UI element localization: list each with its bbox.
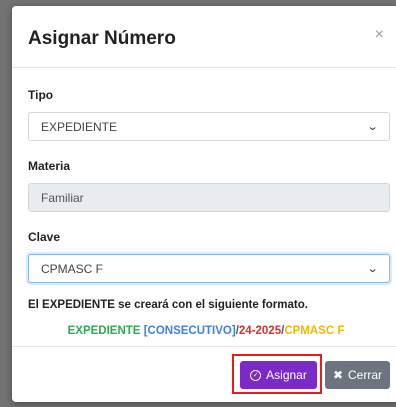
format-part-year: 24-2025 (238, 325, 282, 337)
asignar-button-label: Asignar (266, 368, 307, 382)
format-part-consecutivo: [CONSECUTIVO] (143, 325, 236, 337)
asignar-button[interactable]: ✓ Asignar (240, 361, 317, 389)
clave-label: Clave (28, 230, 61, 244)
chevron-down-icon: ⌄ (366, 121, 379, 133)
materia-field-value: Familiar (41, 190, 84, 205)
modal-body: Tipo EXPEDIENTE ⌄ Materia Familiar Clave… (12, 68, 396, 337)
close-icon: ✖ (332, 368, 344, 382)
cerrar-button-label: Cerrar (348, 368, 383, 382)
materia-label: Materia (28, 159, 71, 173)
modal-footer: ✓ Asignar ✖ Cerrar (12, 346, 396, 402)
modal-title: Asignar Número (28, 28, 176, 49)
format-preview: EXPEDIENTE [CONSECUTIVO]/24-2025/CPMASC … (28, 325, 384, 337)
modal-header: Asignar Número × (12, 6, 396, 68)
chevron-down-icon: ⌄ (366, 263, 379, 275)
tipo-select-value: EXPEDIENTE (41, 119, 118, 134)
close-icon[interactable]: × (375, 26, 384, 44)
clave-select[interactable]: CPMASC F ⌄ (28, 254, 390, 283)
format-part-clave: CPMASC F (284, 325, 345, 337)
format-note: El EXPEDIENTE se creará con el siguiente… (28, 299, 308, 311)
format-part-expediente: EXPEDIENTE (67, 325, 141, 337)
tipo-label: Tipo (28, 88, 54, 102)
materia-field: Familiar (28, 183, 390, 212)
check-circle-icon: ✓ (250, 369, 262, 381)
cerrar-button[interactable]: ✖ Cerrar (325, 361, 390, 389)
clave-select-value: CPMASC F (41, 261, 104, 276)
assign-number-modal: Asignar Número × Tipo EXPEDIENTE ⌄ Mater… (12, 6, 396, 402)
tipo-select[interactable]: EXPEDIENTE ⌄ (28, 112, 390, 141)
